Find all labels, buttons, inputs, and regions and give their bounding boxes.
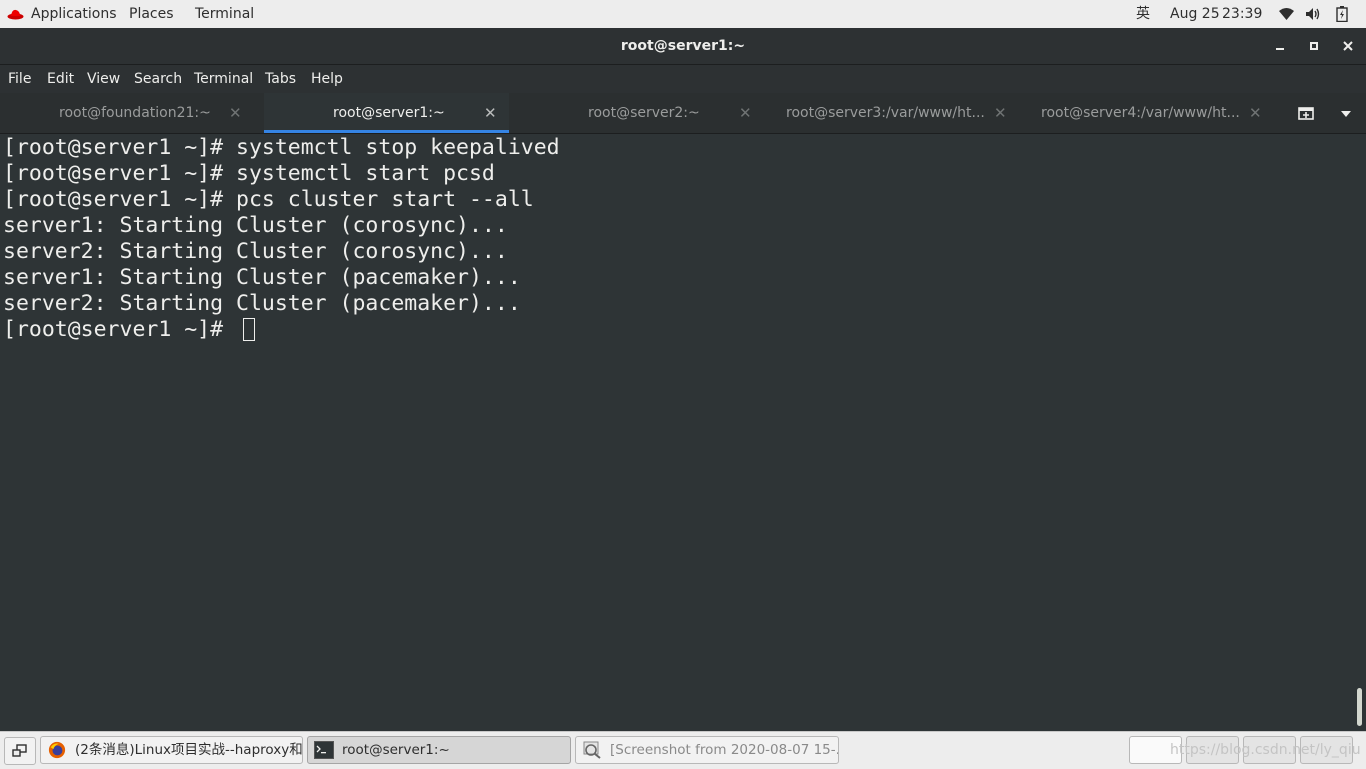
new-tab-icon — [1298, 107, 1314, 120]
show-desktop-button[interactable] — [4, 737, 36, 765]
tab-close-icon[interactable]: ✕ — [739, 93, 752, 133]
tab-foundation21[interactable]: root@foundation21:~ ✕ — [0, 93, 263, 133]
window-title: root@server1:~ — [620, 38, 746, 54]
menubar: File Edit View Search Terminal Tabs Help — [0, 65, 1366, 93]
taskbar-item-screenshot-viewer[interactable]: [Screenshot from 2020-08-07 15-... — [575, 736, 839, 764]
battery-icon[interactable] — [1336, 6, 1348, 22]
terminal-icon — [314, 741, 334, 759]
terminal-cursor — [243, 318, 255, 341]
minimize-button[interactable] — [1270, 36, 1290, 56]
terminal-prompt-line: [root@server1 ~]# — [3, 317, 255, 343]
tab-label: root@server2:~ — [588, 105, 700, 121]
clock-time[interactable]: 23:39 — [1222, 0, 1262, 28]
firefox-icon — [48, 741, 66, 759]
menu-terminal[interactable]: Terminal — [194, 65, 253, 93]
tab-close-icon[interactable]: ✕ — [1249, 93, 1262, 133]
maximize-icon — [1310, 42, 1318, 50]
menu-edit[interactable]: Edit — [47, 65, 74, 93]
scrollbar-track[interactable] — [1352, 134, 1366, 730]
new-tab-button[interactable] — [1291, 93, 1321, 133]
taskbar-item-label: [Screenshot from 2020-08-07 15-... — [610, 742, 839, 758]
taskbar-item-firefox[interactable]: (2条消息)Linux项目实战--haproxy和... — [40, 736, 303, 764]
wifi-icon[interactable] — [1278, 7, 1295, 21]
tab-close-icon[interactable]: ✕ — [484, 93, 497, 133]
terminal-app-menu[interactable]: Terminal — [195, 0, 254, 28]
maximize-button[interactable] — [1304, 36, 1324, 56]
terminal-prompt: [root@server1 ~]# — [3, 317, 236, 342]
menu-tabs[interactable]: Tabs — [265, 65, 296, 93]
show-desktop-icon — [12, 744, 27, 757]
tab-close-icon[interactable]: ✕ — [994, 93, 1007, 133]
menu-file[interactable]: File — [8, 65, 31, 93]
taskbar-item-label: (2条消息)Linux项目实战--haproxy和... — [75, 742, 303, 758]
tab-label: root@server1:~ — [333, 105, 445, 121]
tabs-dropdown-button[interactable] — [1331, 93, 1361, 133]
chevron-down-icon — [1341, 111, 1351, 117]
volume-icon[interactable] — [1305, 7, 1323, 21]
terminal-line: server1: Starting Cluster (corosync)... — [3, 213, 508, 238]
tab-label: root@server3:/var/www/ht... — [786, 105, 985, 121]
terminal-line: [root@server1 ~]# systemctl start pcsd — [3, 161, 495, 186]
taskbar-item-terminal[interactable]: root@server1:~ — [307, 736, 571, 764]
menu-help[interactable]: Help — [311, 65, 343, 93]
watermark-text: https://blog.csdn.net/ly_qiu — [1170, 742, 1361, 758]
image-viewer-icon — [583, 741, 601, 759]
terminal-line: [root@server1 ~]# systemctl stop keepali… — [3, 135, 560, 160]
tab-label: root@foundation21:~ — [59, 105, 211, 121]
window-titlebar[interactable]: root@server1:~ — [0, 28, 1366, 65]
top-panel: Applications Places Terminal 英 Aug 25 23… — [0, 0, 1366, 28]
active-tab-indicator — [264, 130, 509, 133]
tab-server1[interactable]: root@server1:~ ✕ — [264, 93, 509, 133]
places-menu[interactable]: Places — [129, 0, 174, 28]
tab-label: root@server4:/var/www/ht... — [1041, 105, 1240, 121]
terminal-line: server1: Starting Cluster (pacemaker)... — [3, 265, 521, 290]
tab-close-icon[interactable]: ✕ — [229, 93, 242, 133]
scrollbar-thumb[interactable] — [1357, 688, 1362, 726]
applications-menu[interactable]: Applications — [31, 0, 117, 28]
tab-server3[interactable]: root@server3:/var/www/ht... ✕ — [765, 93, 1019, 133]
terminal-line: server2: Starting Cluster (corosync)... — [3, 239, 508, 264]
menu-search[interactable]: Search — [134, 65, 182, 93]
bottom-taskbar: (2条消息)Linux项目实战--haproxy和... root@server… — [0, 731, 1366, 769]
tab-server4[interactable]: root@server4:/var/www/ht... ✕ — [1020, 93, 1274, 133]
clock-date[interactable]: Aug 25 — [1170, 0, 1220, 28]
tab-bar: root@foundation21:~ ✕ root@server1:~ ✕ r… — [0, 93, 1366, 134]
tab-server2[interactable]: root@server2:~ ✕ — [510, 93, 764, 133]
close-window-button[interactable] — [1338, 36, 1358, 56]
close-icon — [1343, 41, 1353, 51]
taskbar-item-label: root@server1:~ — [342, 742, 450, 758]
terminal-line: [root@server1 ~]# pcs cluster start --al… — [3, 187, 534, 212]
input-method-indicator[interactable]: 英 — [1136, 0, 1150, 28]
redhat-logo-icon — [7, 9, 24, 20]
terminal-line: server2: Starting Cluster (pacemaker)... — [3, 291, 521, 316]
menu-view[interactable]: View — [87, 65, 120, 93]
minimize-icon — [1276, 48, 1284, 50]
